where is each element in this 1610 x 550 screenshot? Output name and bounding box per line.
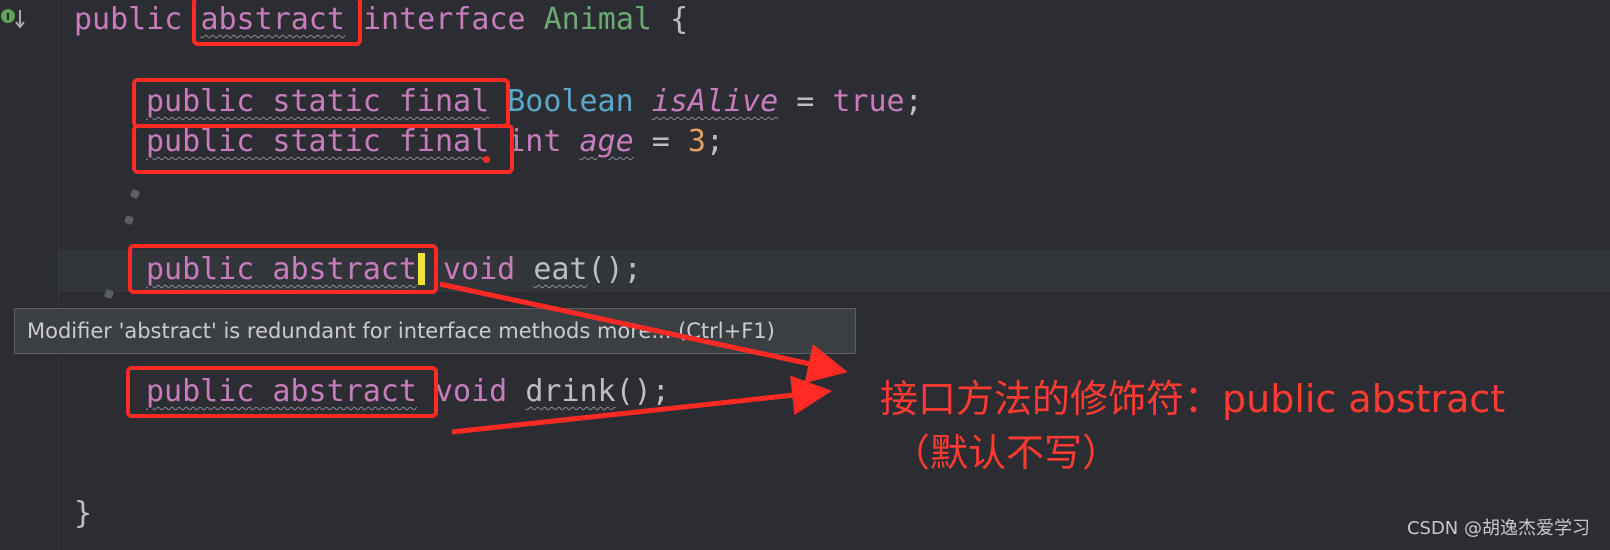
- annotation-main: 接口方法的修饰符：public abstract: [880, 377, 1506, 421]
- annotation-text: 接口方法的修饰符：public abstract （默认不写）: [880, 372, 1505, 480]
- annotation-sub: （默认不写）: [892, 431, 1121, 475]
- arrow-from-eat: [439, 281, 848, 384]
- arrow-from-drink: [451, 375, 832, 435]
- watermark: CSDN @胡逸杰爱学习: [1406, 518, 1590, 539]
